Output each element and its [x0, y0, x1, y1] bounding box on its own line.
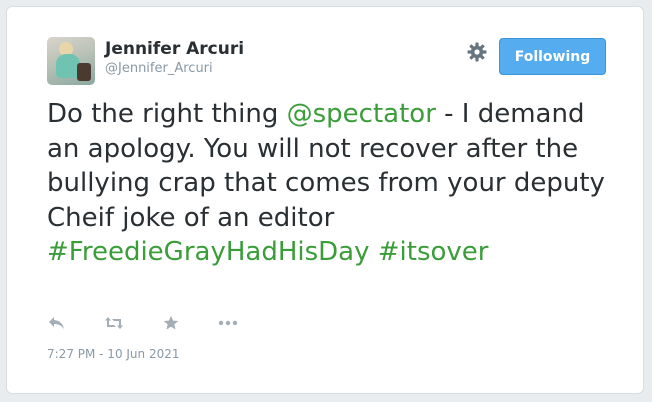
following-button[interactable]: Following: [499, 38, 606, 75]
tweet-timestamp[interactable]: 7:27 PM - 10 Jun 2021: [47, 347, 180, 361]
hashtag-link[interactable]: #itsover: [378, 237, 489, 267]
mention-link[interactable]: @spectator: [287, 99, 436, 129]
tweet-card: Jennifer Arcuri @Jennifer_Arcuri Followi…: [6, 6, 644, 394]
tweet-actions: [47, 312, 275, 334]
more-icon[interactable]: [218, 313, 238, 333]
tweet-text-segment: [370, 237, 378, 267]
gear-icon[interactable]: [466, 41, 488, 63]
tweet-text-segment: Do the right thing: [47, 99, 287, 129]
display-name[interactable]: Jennifer Arcuri: [105, 39, 244, 59]
avatar-chair: [77, 63, 91, 81]
tweet-text: Do the right thing @spectator - I demand…: [47, 97, 617, 270]
retweet-icon[interactable]: [104, 313, 124, 333]
avatar[interactable]: [47, 37, 95, 85]
hashtag-link[interactable]: #FreedieGrayHadHisDay: [47, 237, 370, 267]
user-handle[interactable]: @Jennifer_Arcuri: [105, 61, 213, 76]
reply-icon[interactable]: [47, 313, 67, 333]
favorite-icon[interactable]: [161, 313, 181, 333]
